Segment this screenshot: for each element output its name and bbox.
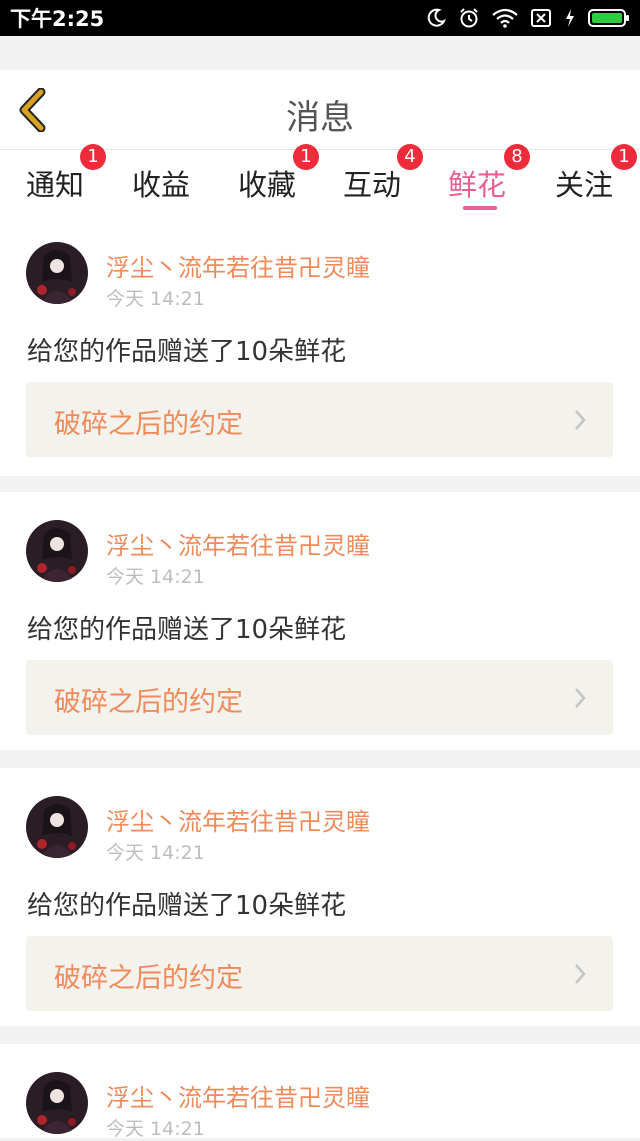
top-spacer — [0, 36, 640, 70]
tab-badge: 1 — [611, 144, 637, 170]
work-title: 破碎之后的约定 — [54, 409, 243, 440]
sender-name[interactable]: 浮尘丶流年若往昔卍灵瞳 — [106, 1078, 370, 1113]
header-bar: 消息 — [0, 70, 640, 150]
tab-badge: 4 — [397, 144, 423, 170]
chevron-right-icon — [575, 964, 586, 984]
message-card: 浮尘丶流年若往昔卍灵瞳 今天 14:21 给您的作品赠送了10朵鲜花 破碎之后的… — [0, 768, 640, 1026]
work-link[interactable]: 破碎之后的约定 — [26, 382, 613, 457]
work-link[interactable]: 破碎之后的约定 — [26, 660, 613, 735]
message-text: 给您的作品赠送了10朵鲜花 — [27, 615, 347, 645]
message-card: 浮尘丶流年若往昔卍灵瞳 今天 14:21 给您的作品赠送了10朵鲜花 破碎之后的… — [0, 492, 640, 750]
status-bar: 下午2:25 — [0, 0, 640, 36]
tab-interactions[interactable]: 互动 4 — [319, 144, 425, 214]
tab-flowers[interactable]: 鲜花 8 — [424, 144, 530, 214]
tab-badge: 1 — [80, 144, 106, 170]
alarm-icon — [458, 7, 480, 29]
work-title: 破碎之后的约定 — [54, 963, 243, 994]
wifi-icon — [492, 8, 518, 28]
tab-bar: 通知 1 收益 收藏 1 互动 4 鲜花 8 关注 1 — [0, 144, 640, 214]
sender-name[interactable]: 浮尘丶流年若往昔卍灵瞳 — [106, 248, 370, 283]
message-card: 浮尘丶流年若往昔卍灵瞳 今天 14:21 — [0, 1044, 640, 1140]
message-text: 给您的作品赠送了10朵鲜花 — [27, 891, 347, 921]
battery-icon — [588, 8, 630, 28]
sender-name[interactable]: 浮尘丶流年若往昔卍灵瞳 — [106, 526, 370, 561]
message-time: 今天 14:21 — [106, 288, 205, 310]
avatar[interactable] — [26, 796, 88, 858]
avatar[interactable] — [26, 242, 88, 304]
tab-following[interactable]: 关注 1 — [531, 144, 637, 214]
tab-badge: 8 — [504, 144, 530, 170]
tab-earnings[interactable]: 收益 — [108, 150, 214, 214]
charging-icon — [564, 8, 576, 28]
tab-favorites[interactable]: 收藏 1 — [214, 144, 320, 214]
status-time: 下午2:25 — [10, 7, 105, 31]
work-link[interactable]: 破碎之后的约定 — [26, 936, 613, 1011]
sender-name[interactable]: 浮尘丶流年若往昔卍灵瞳 — [106, 802, 370, 837]
page-title: 消息 — [286, 98, 354, 138]
message-text: 给您的作品赠送了10朵鲜花 — [27, 337, 347, 367]
message-time: 今天 14:21 — [106, 1118, 205, 1140]
tab-notifications[interactable]: 通知 1 — [2, 144, 108, 214]
moon-icon — [426, 8, 446, 28]
status-icons — [426, 7, 630, 29]
message-card: 浮尘丶流年若往昔卍灵瞳 今天 14:21 给您的作品赠送了10朵鲜花 破碎之后的… — [0, 214, 640, 476]
tab-label: 收益 — [131, 168, 190, 202]
work-title: 破碎之后的约定 — [54, 687, 243, 718]
avatar[interactable] — [26, 1072, 88, 1134]
avatar[interactable] — [26, 520, 88, 582]
active-tab-indicator — [463, 206, 497, 210]
no-sim-icon — [530, 8, 552, 28]
chevron-right-icon — [575, 688, 586, 708]
tab-badge: 1 — [293, 144, 319, 170]
chevron-right-icon — [575, 410, 586, 430]
message-time: 今天 14:21 — [106, 566, 205, 588]
message-time: 今天 14:21 — [106, 842, 205, 864]
